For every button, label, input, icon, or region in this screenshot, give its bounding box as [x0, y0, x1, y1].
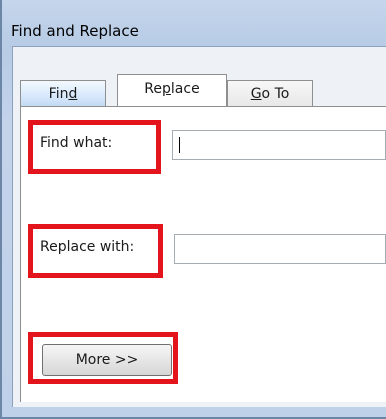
- more-button[interactable]: More >>: [42, 344, 172, 376]
- text-caret: [179, 137, 180, 153]
- find-what-label: Find what:: [40, 135, 113, 151]
- tab-go-to[interactable]: Go To: [227, 80, 313, 106]
- tab-find[interactable]: Find: [20, 80, 106, 106]
- replace-with-label: Replace with:: [40, 239, 135, 255]
- window-title: Find and Replace: [11, 22, 139, 40]
- tab-replace[interactable]: Replace: [117, 74, 227, 106]
- replace-with-input[interactable]: [174, 234, 386, 264]
- tab-replace-label: Replace: [144, 81, 200, 97]
- find-what-input[interactable]: [172, 130, 386, 160]
- tab-find-label: Find: [48, 86, 78, 102]
- tab-go-to-label: Go To: [250, 86, 290, 102]
- title-bar[interactable]: Find and Replace: [2, 0, 386, 40]
